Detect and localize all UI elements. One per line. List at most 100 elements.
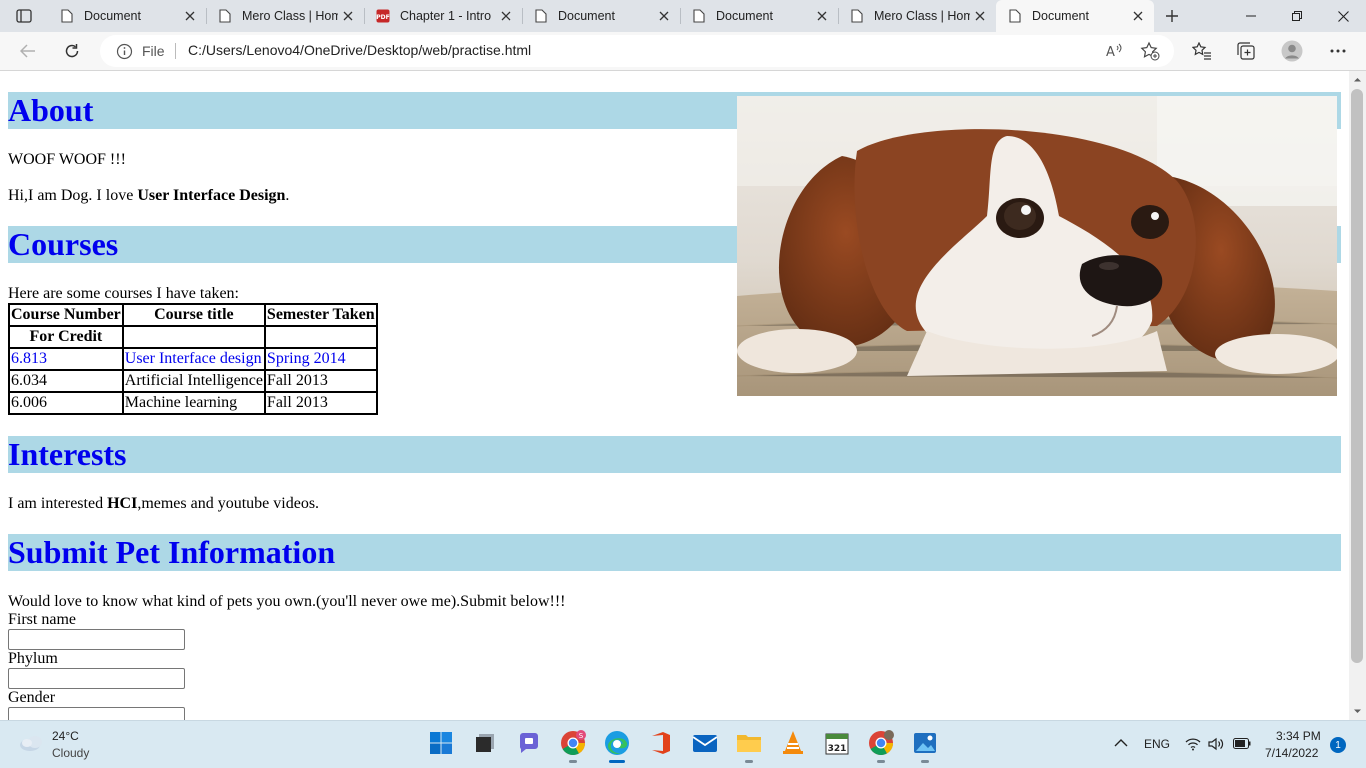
browser-tab[interactable]: Document: [522, 0, 680, 32]
close-tab-icon[interactable]: [812, 6, 832, 26]
browser-tab[interactable]: Document: [48, 0, 206, 32]
weather-temperature[interactable]: 24°C: [52, 729, 79, 743]
file-explorer-icon[interactable]: [735, 729, 763, 763]
tab-title: Document: [84, 9, 141, 23]
table-row: 6.006 Machine learning Fall 2013: [8, 391, 378, 415]
url-text[interactable]: C:/Users/Lenovo4/OneDrive/Desktop/web/pr…: [188, 42, 531, 58]
close-tab-icon[interactable]: [496, 6, 516, 26]
collections-icon[interactable]: [1234, 39, 1258, 63]
back-button[interactable]: [14, 38, 42, 64]
running-indicator: [569, 760, 577, 763]
tab-actions-menu-button[interactable]: [10, 6, 38, 26]
close-tab-icon[interactable]: [1128, 6, 1148, 26]
profile-avatar-icon[interactable]: [1280, 39, 1304, 63]
column-header: Course title: [121, 303, 266, 327]
course-number-link[interactable]: 6.813: [8, 347, 124, 371]
show-hidden-icons-icon[interactable]: [1114, 737, 1128, 751]
tab-strip: Document Mero Class | Hom PDF Chapter 1 …: [0, 0, 1366, 32]
svg-text:A: A: [1106, 45, 1115, 59]
add-favorite-icon[interactable]: [1140, 41, 1160, 61]
first-name-label: First name: [8, 611, 76, 628]
scheme-label: File: [142, 43, 165, 59]
new-tab-button[interactable]: [1160, 4, 1184, 28]
close-tab-icon[interactable]: [654, 6, 674, 26]
close-window-button[interactable]: [1320, 0, 1366, 32]
restore-button[interactable]: [1274, 0, 1320, 32]
browser-toolbar: File C:/Users/Lenovo4/OneDrive/Desktop/w…: [0, 32, 1366, 71]
battery-icon[interactable]: [1233, 738, 1251, 752]
task-view-icon[interactable]: [471, 729, 499, 757]
pdf-icon: PDF: [376, 9, 390, 23]
interests-bold: HCI: [107, 495, 138, 512]
weather-description[interactable]: Cloudy: [52, 746, 89, 760]
browser-tab[interactable]: Mero Class | Hom: [838, 0, 996, 32]
minimize-button[interactable]: [1228, 0, 1274, 32]
read-aloud-icon[interactable]: A: [1104, 41, 1124, 61]
teams-chat-icon[interactable]: [515, 729, 543, 757]
scroll-down-icon[interactable]: [1353, 707, 1362, 716]
vlc-icon[interactable]: [779, 729, 807, 757]
browser-tab-active[interactable]: Document: [996, 0, 1154, 32]
close-tab-icon[interactable]: [180, 6, 200, 26]
semester-link[interactable]: Spring 2014: [263, 347, 378, 371]
address-divider: [175, 43, 176, 59]
about-intro-suffix: .: [285, 187, 290, 204]
chrome-profile-icon[interactable]: [867, 729, 895, 763]
submit-heading: Submit Pet Information: [8, 534, 1341, 571]
courses-table: Course Number Course title Semester Take…: [8, 303, 378, 415]
page-icon: [1008, 9, 1022, 23]
plus-icon: [1166, 10, 1178, 22]
running-indicator: [877, 760, 885, 763]
mail-icon[interactable]: [691, 729, 719, 757]
column-header: Semester Taken: [263, 303, 378, 327]
clock-date[interactable]: 7/14/2022: [1265, 746, 1318, 760]
calendar-icon[interactable]: 321: [823, 729, 851, 757]
about-intro-bold: User Interface Design: [137, 187, 286, 204]
scroll-thumb[interactable]: [1351, 89, 1363, 663]
tab-title: Chapter 1 - Intro: [400, 9, 492, 23]
refresh-icon: [65, 44, 79, 58]
office-icon[interactable]: [647, 729, 675, 757]
close-tab-icon[interactable]: [970, 6, 990, 26]
close-icon: [1337, 10, 1349, 22]
volume-icon[interactable]: [1208, 737, 1224, 754]
interests-suffix: ,memes and youtube videos.: [137, 495, 320, 512]
cloudy-weather-icon[interactable]: [18, 731, 46, 755]
active-indicator: [609, 760, 625, 763]
browser-tab[interactable]: Document: [680, 0, 838, 32]
close-tab-icon[interactable]: [338, 6, 358, 26]
info-icon[interactable]: [116, 43, 133, 60]
browser-tab[interactable]: Mero Class | Hom: [206, 0, 364, 32]
clock-time[interactable]: 3:34 PM: [1276, 729, 1321, 743]
gender-input[interactable]: [8, 707, 185, 720]
semester: Fall 2013: [263, 391, 378, 415]
wifi-icon[interactable]: [1185, 737, 1201, 754]
photos-icon[interactable]: [911, 729, 939, 763]
favorites-icon[interactable]: [1190, 39, 1214, 63]
tab-title: Document: [716, 9, 773, 23]
tab-actions-icon: [16, 9, 32, 23]
table-row[interactable]: 6.813 User Interface design Spring 2014: [8, 347, 378, 371]
browser-tab[interactable]: PDF Chapter 1 - Intro: [364, 0, 522, 32]
language-indicator[interactable]: ENG: [1144, 737, 1170, 751]
empty-cell: [263, 325, 378, 349]
refresh-button[interactable]: [58, 38, 86, 64]
notification-badge[interactable]: 1: [1330, 737, 1346, 753]
windows-start-icon[interactable]: [427, 729, 455, 757]
empty-cell: [121, 325, 266, 349]
first-name-input[interactable]: [8, 629, 185, 650]
edge-icon[interactable]: [603, 729, 631, 763]
course-title-link[interactable]: User Interface design: [121, 347, 266, 371]
address-bar[interactable]: File C:/Users/Lenovo4/OneDrive/Desktop/w…: [100, 35, 1174, 67]
svg-text:PDF: PDF: [376, 14, 389, 21]
phylum-input[interactable]: [8, 668, 185, 689]
minimize-icon: [1246, 15, 1256, 17]
submit-intro: Would love to know what kind of pets you…: [8, 593, 566, 610]
more-options-icon[interactable]: [1326, 39, 1350, 63]
scroll-up-icon[interactable]: [1353, 75, 1362, 84]
chrome-icon[interactable]: S: [559, 729, 587, 763]
vertical-scrollbar[interactable]: [1349, 71, 1366, 720]
svg-text:S: S: [579, 732, 584, 740]
woof-text: WOOF WOOF !!!: [8, 151, 126, 168]
interests-prefix: I am interested: [8, 495, 108, 512]
